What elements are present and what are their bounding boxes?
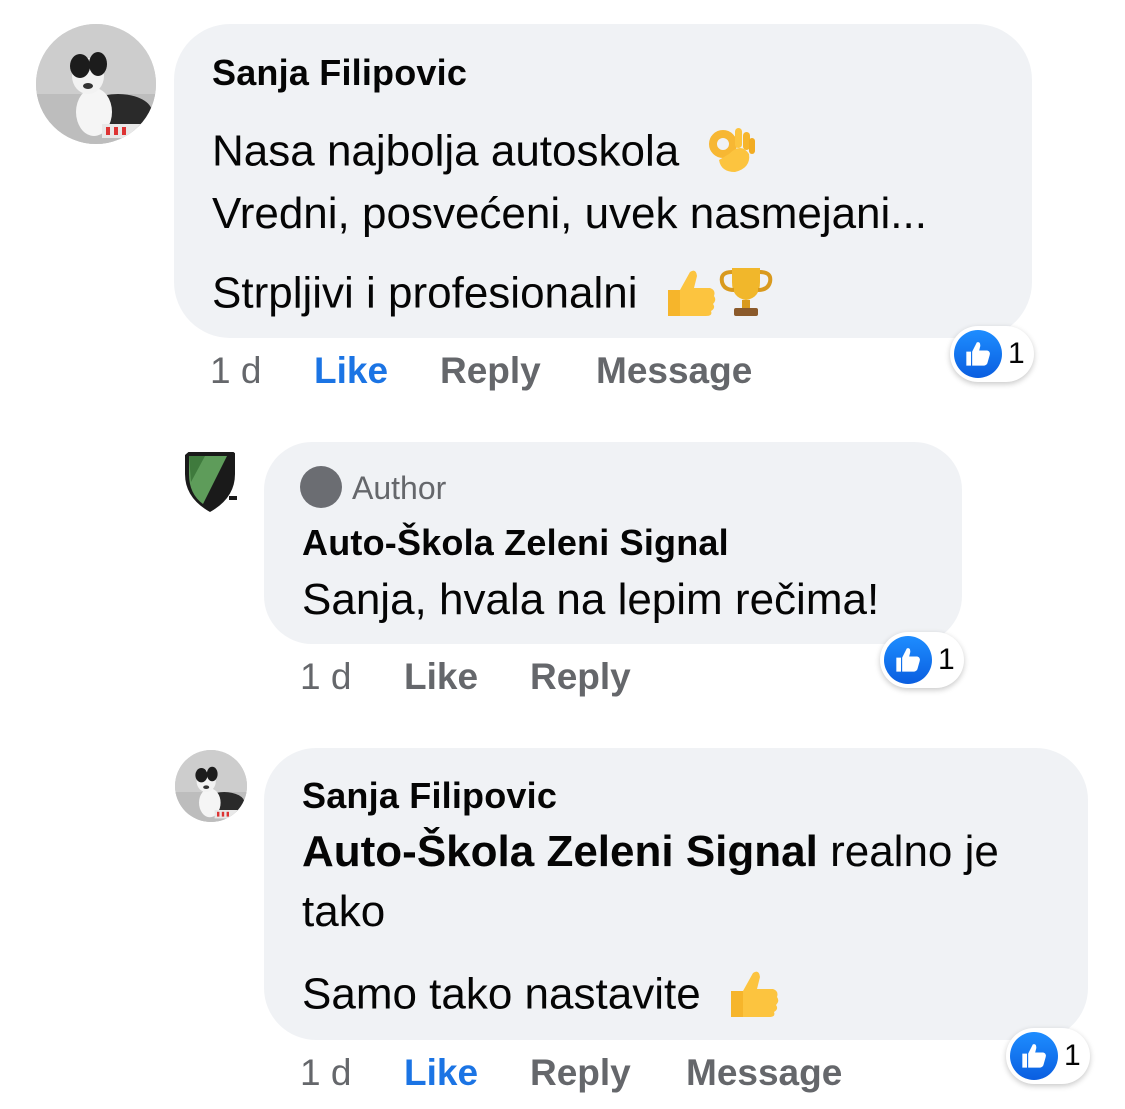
comment-text-line: Strpljivi i profesionalni — [212, 264, 774, 328]
trophy-emoji — [718, 264, 774, 328]
thumbs-up-emoji — [660, 266, 718, 326]
mention-link[interactable]: Auto-Škola Zeleni Signal — [302, 827, 818, 876]
comment-timestamp: 1 d — [300, 656, 352, 697]
thumbs-up-emoji — [723, 965, 781, 1029]
comment-timestamp: 1 d — [210, 350, 262, 391]
comment-author-name[interactable]: Auto-Škola Zeleni Signal — [302, 522, 729, 564]
avatar-auto-skola-zeleni-signal[interactable] — [175, 444, 247, 516]
comment-text-line: Auto-Škola Zeleni Signal realno je — [302, 827, 999, 876]
reply-button[interactable]: Reply — [440, 350, 541, 392]
avatar-sanja-filipovic[interactable] — [36, 24, 156, 144]
comment-text-line: Nasa najbolja autoskola — [212, 124, 757, 184]
reaction-summary[interactable]: 1 — [950, 326, 1034, 382]
comment-author-name[interactable]: Sanja Filipovic — [302, 775, 557, 817]
like-reaction-icon — [954, 330, 1002, 378]
ok-hand-emoji — [705, 124, 757, 184]
comment-text-line: Vredni, posvećeni, uvek nasmejani... — [212, 189, 927, 238]
reaction-count: 1 — [1064, 1039, 1081, 1072]
comment-text-line: Samo tako nastavite — [302, 965, 781, 1029]
reply-button[interactable]: Reply — [530, 656, 631, 698]
comment-text: Sanja, hvala na lepim rečima! — [302, 575, 880, 624]
reaction-summary[interactable]: 1 — [1006, 1028, 1090, 1084]
avatar-sanja-filipovic[interactable] — [175, 750, 247, 822]
author-badge-label: Author — [352, 470, 447, 506]
comment-author-name[interactable]: Sanja Filipovic — [212, 52, 467, 94]
like-button[interactable]: Like — [314, 350, 388, 392]
like-reaction-icon — [884, 636, 932, 684]
like-reaction-icon — [1010, 1032, 1058, 1080]
author-badge-icon — [300, 466, 342, 508]
comment-timestamp: 1 d — [300, 1052, 352, 1093]
message-button[interactable]: Message — [596, 350, 752, 392]
like-button[interactable]: Like — [404, 656, 478, 698]
comment-text-line: tako — [302, 887, 386, 936]
reaction-summary[interactable]: 1 — [880, 632, 964, 688]
message-button[interactable]: Message — [686, 1052, 842, 1094]
like-button[interactable]: Like — [404, 1052, 478, 1094]
reaction-count: 1 — [1008, 337, 1025, 370]
reply-button[interactable]: Reply — [530, 1052, 631, 1094]
reaction-count: 1 — [938, 643, 955, 676]
